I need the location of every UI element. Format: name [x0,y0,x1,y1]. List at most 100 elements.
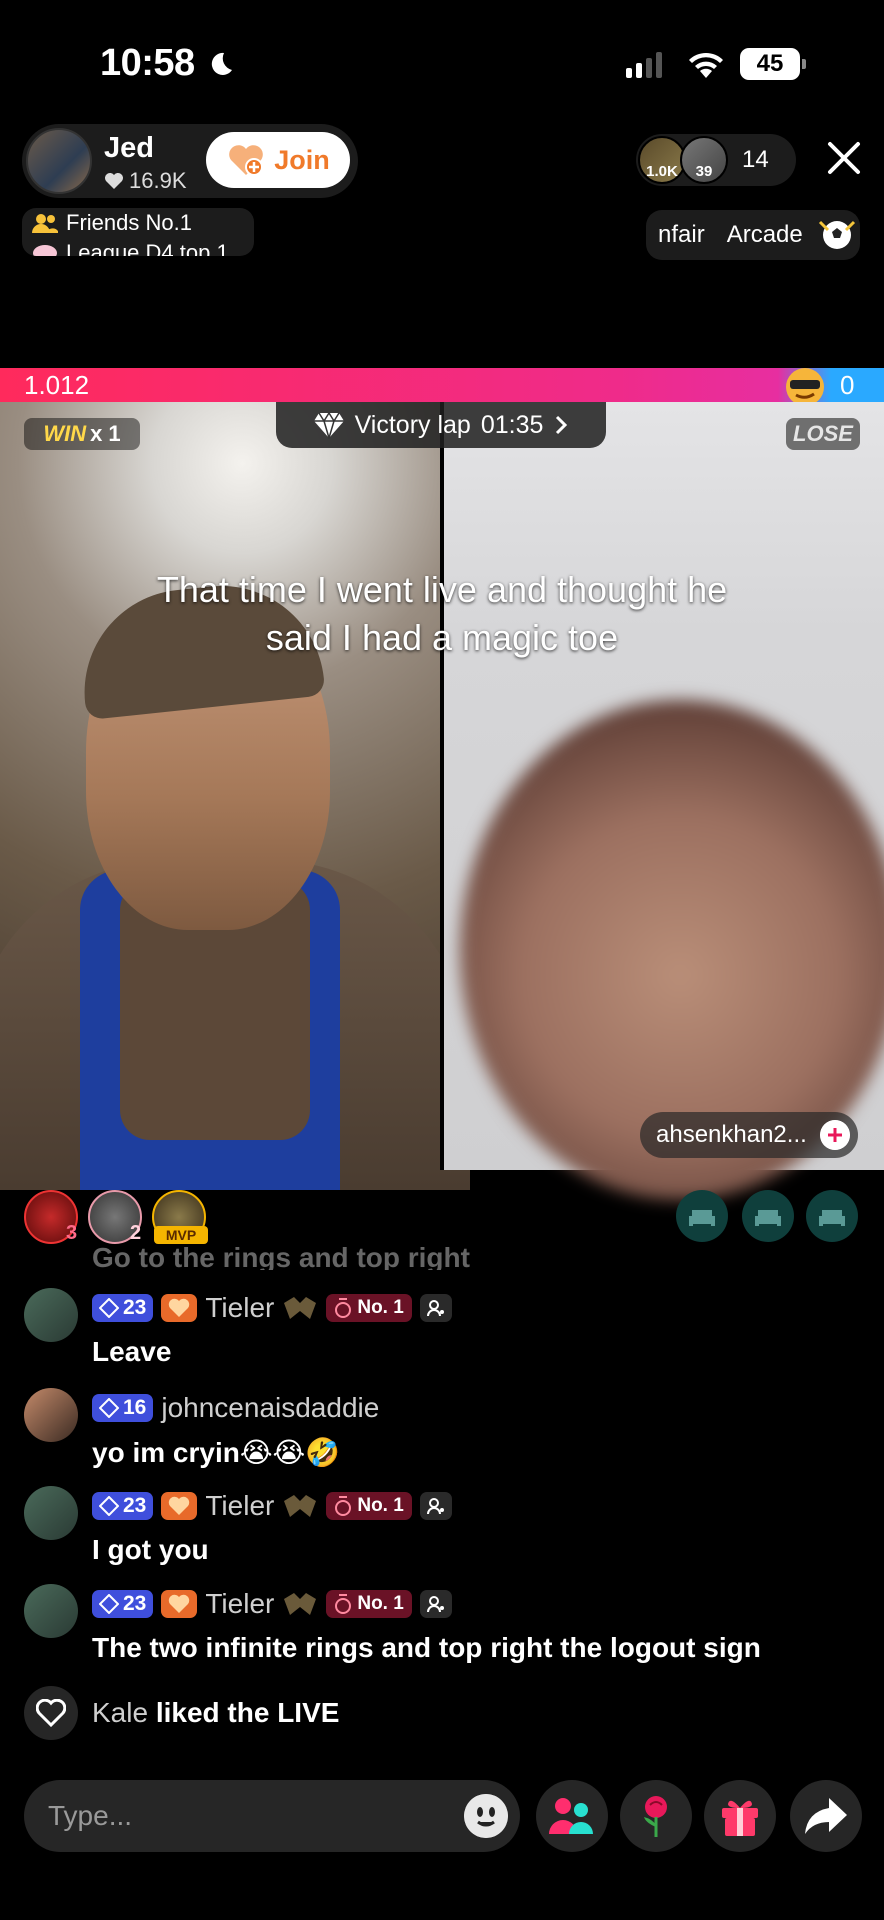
heart-badge-icon [161,1294,198,1322]
level-badge: 23 [92,1590,154,1618]
diamond-icon [313,411,344,439]
viewer-badge: 1.0K [646,163,678,180]
mvp-badge: MVP [154,1226,208,1244]
viewer-count: 14 [742,146,769,173]
friend-icon [419,1590,452,1618]
rank-badge: No. 1 [326,1492,412,1520]
rose-icon [644,1796,667,1837]
liked-text: Kale liked the LIVE [92,1697,339,1729]
lose-badge: LOSE [786,418,860,450]
gift-icon [722,1800,758,1836]
close-icon[interactable] [826,140,862,176]
win-badge: WIN x 1 [24,418,140,450]
chat-message-faded: Go to the rings and top right [92,1246,470,1270]
league-tag: League D4 top 1 [32,240,229,256]
chat-username[interactable]: Tieler [205,1292,274,1324]
medal-icon [335,1594,352,1614]
category-item: Arcade [726,221,803,248]
level-badge: 23 [92,1294,154,1322]
chevron-right-icon [556,415,568,435]
top-viewer-avatar[interactable]: 1.0K [638,136,686,184]
wifi-icon [689,52,723,78]
rose-gift-button[interactable] [620,1780,692,1852]
chat-avatar[interactable] [24,1288,78,1342]
seat-icon[interactable] [676,1190,728,1242]
moon-icon [211,52,232,75]
chat-text: I got you [92,1534,209,1565]
top-viewer-avatar[interactable]: 39 [680,136,728,184]
host-info-pill[interactable]: Jed 16.9K Join [22,124,358,198]
bat-wing-icon [284,1593,317,1615]
share-button[interactable] [790,1780,862,1852]
opponent-name-pill[interactable]: ahsenkhan2... [640,1112,858,1158]
heart-outline-icon [24,1686,78,1740]
chat-avatar[interactable] [24,1486,78,1540]
gift-button[interactable] [704,1780,776,1852]
status-time: 10:58 [100,42,195,84]
diamond-level-icon [99,1298,119,1318]
victory-timer: 01:35 [480,410,544,439]
host-name: Jed [104,132,154,164]
add-icon[interactable] [820,1120,850,1150]
chat-meta: 23 Tieler No. 1 [92,1490,452,1522]
score-right: 0 [840,370,855,400]
bat-wing-icon [284,1495,317,1517]
join-button[interactable]: Join [206,132,350,188]
opponent-name: ahsenkhan2... [656,1121,807,1148]
heart-plus-icon [229,145,264,176]
bat-wing-icon [284,1297,317,1319]
medal-icon [335,1298,352,1318]
level-badge: 23 [92,1492,154,1520]
viewer-list[interactable]: 1.0K 39 14 [636,134,796,186]
battery-indicator: 45 [740,48,806,80]
host-likes-count: 16.9K [129,168,187,193]
friends-tag-label: Friends No.1 [66,210,192,235]
liked-notice: Kale liked the LIVE [24,1686,339,1740]
viewer-badge: 39 [695,163,713,180]
rank-badge: No. 1 [326,1294,412,1322]
heart-icon [105,173,123,189]
liked-user[interactable]: Kale [92,1697,148,1728]
comment-input[interactable] [48,1794,448,1838]
victory-label: Victory lap [354,410,471,439]
victory-lap-banner[interactable]: Victory lap 01:35 [276,402,606,448]
host-avatar[interactable] [26,128,92,194]
multi-guest-icon [549,1798,593,1834]
category-ticker[interactable]: nfair Arcade [646,210,860,260]
comment-box[interactable] [24,1780,520,1852]
chat-meta: 23 Tieler No. 1 [92,1292,452,1324]
diamond-level-icon [99,1496,119,1516]
battle-score-bar [0,368,884,402]
friend-icon [419,1294,452,1322]
diamond-level-icon [99,1398,119,1418]
chat-username[interactable]: Tieler [205,1490,274,1522]
chat-avatar[interactable] [24,1388,78,1442]
seat-icon[interactable] [806,1190,858,1242]
heart-badge-icon [161,1492,198,1520]
liked-message: liked the LIVE [155,1697,340,1728]
friend-icon [419,1492,452,1520]
chat-meta: 16 johncenaisdaddie [92,1392,379,1424]
gifter-rank: 3 [66,1222,78,1244]
category-item: nfair [658,221,705,248]
cellular-signal-icon [626,52,662,78]
host-tags[interactable]: Friends No.1 League D4 top 1 [22,208,254,256]
emoji-icon[interactable] [464,1794,508,1838]
chat-username[interactable]: johncenaisdaddie [161,1392,379,1424]
rank-badge: No. 1 [326,1590,412,1618]
gifter-rank: 2 [130,1222,142,1244]
friends-icon [32,214,58,233]
friends-tag: Friends No.1 [32,210,192,236]
league-icon [33,245,57,256]
join-label: Join [274,144,330,175]
diamond-level-icon [99,1594,119,1614]
video-divider [440,402,444,1170]
chat-username[interactable]: Tieler [205,1588,274,1620]
heart-badge-icon [161,1590,198,1618]
multi-guest-button[interactable] [536,1780,608,1852]
score-left: 1.012 [24,370,90,400]
chat-avatar[interactable] [24,1584,78,1638]
host-likes: 16.9K [104,168,187,194]
seat-icon[interactable] [742,1190,794,1242]
chat-meta: 23 Tieler No. 1 [92,1588,452,1620]
